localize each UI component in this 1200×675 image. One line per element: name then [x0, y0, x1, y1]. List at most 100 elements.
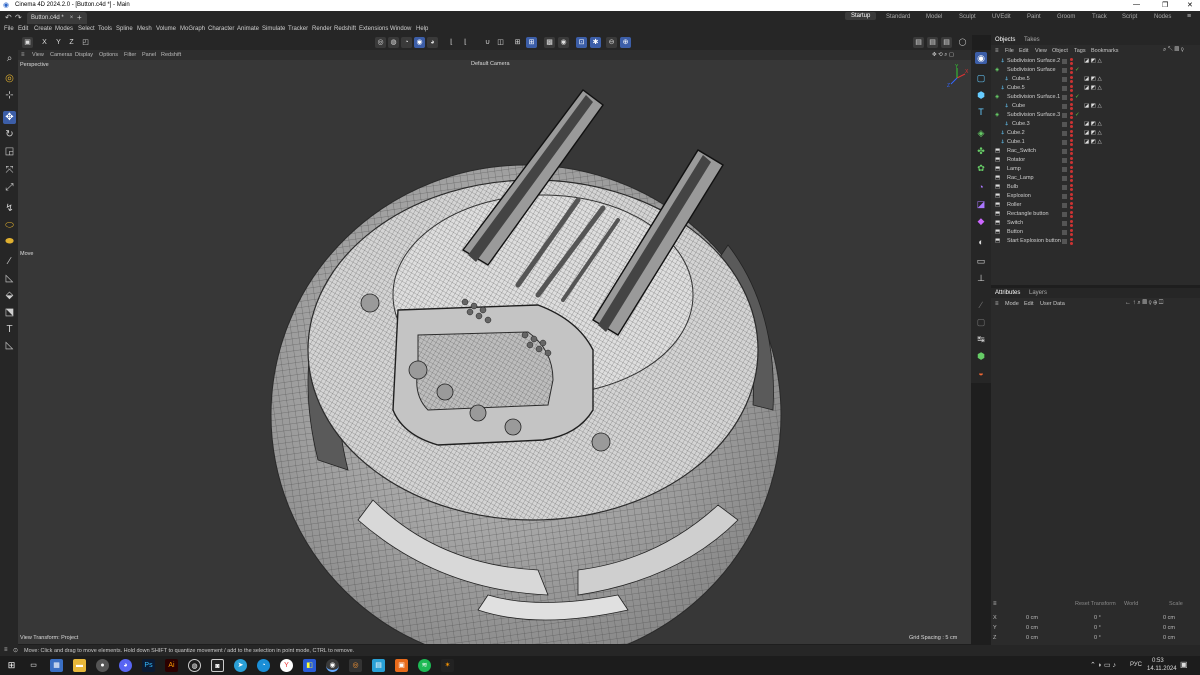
minimize-button[interactable]: — [1133, 1, 1140, 8]
rotation-z-field[interactable]: 0 ° [1094, 635, 1101, 641]
yandex-browser-icon[interactable]: Y [280, 659, 293, 672]
tab-layers[interactable]: Layers [1029, 290, 1047, 296]
new-tab-button[interactable]: + [77, 13, 82, 22]
layouts-menu-icon[interactable]: ≡ [1187, 13, 1191, 20]
layout-tab-nodes[interactable]: Nodes [1154, 14, 1171, 20]
tag-icons[interactable]: ◪ ◩ △ [1084, 121, 1102, 127]
discord-icon[interactable]: ◕ [119, 659, 132, 672]
redshift-icon[interactable]: ✱ [590, 37, 601, 48]
menu-character[interactable]: Character [208, 26, 234, 32]
scale-mode-select[interactable]: Scale [1169, 601, 1183, 607]
list-item[interactable]: ⬒ Button [991, 228, 1200, 237]
github-icon[interactable]: ● [96, 659, 109, 672]
menu-mograph[interactable]: MoGraph [180, 26, 205, 32]
grid-icon[interactable]: ⊞ [512, 37, 523, 48]
layout-tab-standard[interactable]: Standard [886, 14, 910, 20]
notification-icon[interactable]: ▣ [1180, 660, 1188, 669]
calculator-icon[interactable]: ▦ [50, 659, 63, 672]
menu-mesh[interactable]: Mesh [137, 26, 152, 32]
objects-menu-bookmarks[interactable]: Bookmarks [1091, 48, 1119, 54]
objects-menu-tags[interactable]: Tags [1074, 48, 1086, 54]
rotation-y-field[interactable]: 0 ° [1094, 625, 1101, 631]
illustrator-icon[interactable]: Ai [165, 659, 178, 672]
volume-icon[interactable]: ◆ [975, 215, 987, 227]
list-item[interactable]: ⬒ Switch [991, 219, 1200, 228]
spotify-icon[interactable]: ≋ [418, 659, 431, 672]
render-to-picture-viewer-icon[interactable]: ▤ [927, 37, 938, 48]
lock-icon[interactable]: ◫ [495, 37, 506, 48]
reset-transform-button[interactable]: Reset Transform [1075, 601, 1116, 607]
view-layout-icon[interactable]: ◉ [975, 52, 987, 64]
tag-icons[interactable]: ◪ ◩ △ [1084, 130, 1102, 136]
list-item[interactable]: ⍋ Cube.1 ◪ ◩ △ [991, 138, 1200, 147]
file-explorer-icon[interactable]: ▬ [73, 659, 86, 672]
list-item[interactable]: ⬒ Roller [991, 201, 1200, 210]
list-item[interactable]: ⍋ Cube.5 ◪ ◩ △ [991, 75, 1200, 84]
effector-icon[interactable]: ✿ [975, 162, 987, 174]
list-item[interactable]: ⬒ Bulb [991, 183, 1200, 192]
layout-tab-groom[interactable]: Groom [1057, 14, 1075, 20]
menu-extensions[interactable]: Extensions [359, 26, 388, 32]
render-settings-icon[interactable]: ▩ [544, 37, 555, 48]
transform-tool-icon[interactable]: ⤧ [3, 164, 16, 177]
maximize-button[interactable]: ❐ [1162, 1, 1168, 9]
objects-menu-object[interactable]: Object [1052, 48, 1068, 54]
rotation-x-field[interactable]: 0 ° [1094, 615, 1101, 621]
measure-icon[interactable]: ◺ [3, 339, 16, 352]
menu-edit[interactable]: Edit [18, 26, 28, 32]
attributes-menu-user-data[interactable]: User Data [1040, 301, 1065, 307]
live-selection-icon[interactable]: ◎ [3, 72, 16, 85]
menu-create[interactable]: Create [34, 26, 52, 32]
menu-render[interactable]: Render [312, 26, 332, 32]
list-item[interactable]: ⬒ Rac_Lamp [991, 174, 1200, 183]
render-view-icon[interactable]: ▤ [913, 37, 924, 48]
attributes-menu-mode[interactable]: Mode [1005, 301, 1019, 307]
objects-menu-file[interactable]: File [1005, 48, 1014, 54]
layout-tab-paint[interactable]: Paint [1027, 14, 1041, 20]
redshift-material-icon[interactable]: ◒ [975, 367, 987, 379]
record-icon[interactable]: ⊖ [606, 37, 617, 48]
menu-tools[interactable]: Tools [98, 26, 112, 32]
check-icon[interactable]: ✓ [1075, 94, 1080, 100]
folder-icon[interactable]: ◧ [303, 659, 316, 672]
photoshop-icon[interactable]: Ps [142, 659, 155, 672]
cinema4d-icon[interactable]: ◉ [326, 659, 339, 672]
layout-tab-sculpt[interactable]: Sculpt [959, 14, 976, 20]
list-item[interactable]: ⬒ Rotator [991, 156, 1200, 165]
environment-icon[interactable]: ◐ [975, 236, 987, 248]
cloner-icon[interactable]: ✤ [975, 145, 987, 157]
layout-tab-script[interactable]: Script [1122, 14, 1137, 20]
menu-redshift[interactable]: Redshift [334, 26, 356, 32]
objects-menu-view[interactable]: View [1035, 48, 1047, 54]
camera-icon[interactable]: ▭ [975, 255, 987, 267]
menu-spline[interactable]: Spline [116, 26, 133, 32]
scale-y-field[interactable]: 0 cm [1163, 625, 1175, 631]
node-editor-icon[interactable]: ⬢ [975, 350, 987, 362]
menu-window[interactable]: Window [390, 26, 411, 32]
tag-icons[interactable]: ◪ ◩ △ [1084, 58, 1102, 64]
scale-x-field[interactable]: 0 cm [1163, 615, 1175, 621]
coordinate-system-icon[interactable]: ◰ [80, 37, 91, 48]
sculpt-brush-icon[interactable]: ∕ [975, 299, 987, 311]
list-item[interactable]: ⬒ Rac_Switch [991, 147, 1200, 156]
app-icon[interactable]: ✶ [441, 659, 454, 672]
menu-help[interactable]: Help [416, 26, 428, 32]
position-y-field[interactable]: 0 cm [1026, 625, 1038, 631]
attributes-menu-edit[interactable]: Edit [1024, 301, 1033, 307]
points-mode-icon[interactable]: ◔ [401, 37, 412, 48]
axis-z-toggle[interactable]: Z [66, 37, 77, 48]
list-item[interactable]: ⬒ Lamp [991, 165, 1200, 174]
magnet-icon[interactable]: ∪ [482, 37, 493, 48]
whatsapp-icon[interactable]: ▤ [372, 659, 385, 672]
layout-tab-model[interactable]: Model [926, 14, 942, 20]
attributes-menu-icon[interactable]: ≡ [995, 301, 999, 307]
edit-render-settings-icon[interactable]: ▤ [941, 37, 952, 48]
list-item[interactable]: ⍋ Cube.5 ◪ ◩ △ [991, 84, 1200, 93]
coordinate-system-select[interactable]: World [1124, 601, 1138, 607]
tab-objects[interactable]: Objects [995, 37, 1015, 43]
menu-modes[interactable]: Modes [55, 26, 73, 32]
start-icon[interactable]: ⊞ [5, 659, 18, 672]
deformer-icon[interactable]: ◔ [975, 181, 987, 193]
objects-menu-edit[interactable]: Edit [1019, 48, 1028, 54]
sync-icon[interactable]: ◯ [957, 37, 968, 48]
